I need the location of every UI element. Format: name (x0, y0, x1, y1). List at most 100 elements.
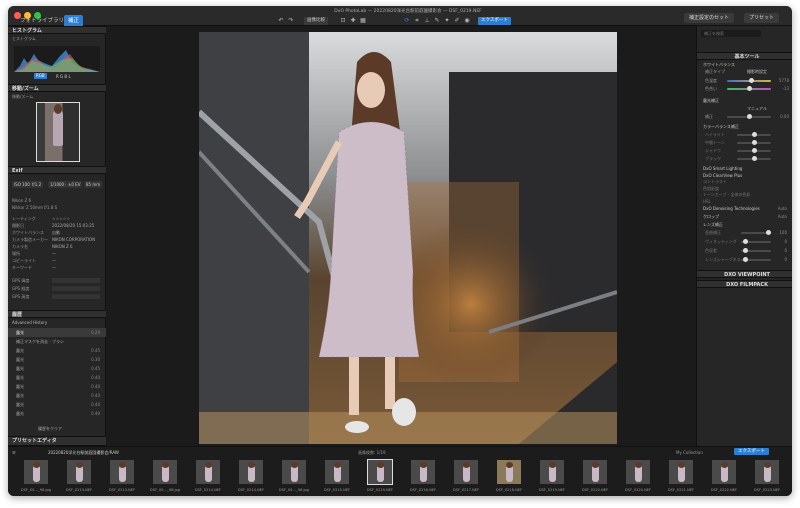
lens-row-knob[interactable] (743, 248, 748, 253)
tone-row-slider[interactable] (737, 156, 771, 161)
export-toolbar-button[interactable]: エクスポート (478, 17, 511, 25)
filmstrip-thumbnail[interactable] (540, 460, 564, 484)
clear-history-button[interactable]: 履歴をクリア (38, 426, 62, 432)
filmstrip-thumbnail[interactable] (669, 460, 693, 484)
preset-apply-button[interactable]: 補正設定のセット (684, 13, 735, 23)
filmstrip-thumbnail[interactable] (626, 460, 650, 484)
exposure-value[interactable]: 0.00 (773, 114, 789, 119)
search-input[interactable]: 補正を検索 (701, 30, 761, 37)
straighten-icon[interactable]: ⊥ (424, 18, 430, 24)
repair-icon[interactable]: ✦ (444, 18, 450, 24)
histogram-mode[interactable]: RGB (34, 73, 47, 79)
filmstrip-thumbnail[interactable] (67, 460, 91, 484)
denoise-title[interactable]: DxO Denoising Technologies (703, 206, 760, 211)
thumbnail-caption: DSF_0213.NEF (65, 488, 93, 492)
wb-temp-slider[interactable] (727, 78, 771, 83)
eye-icon[interactable]: ◉ (464, 18, 470, 24)
crop-value[interactable]: Auto (769, 214, 787, 219)
gps-field[interactable] (52, 286, 100, 291)
filmstrip-thumbnail[interactable] (454, 460, 478, 484)
exif-camera: Nikon Z 6 (12, 198, 32, 203)
histogram-channels[interactable]: R G B L (56, 74, 71, 79)
gps-field[interactable] (52, 278, 100, 283)
filmstrip-thumbnail[interactable] (239, 460, 263, 484)
fit-icon[interactable]: ⊡ (340, 18, 346, 24)
viewpoint-header[interactable]: DXO VIEWPOINT (697, 270, 792, 278)
lens-row-slider[interactable] (741, 248, 771, 253)
lens-row-slider[interactable] (741, 257, 771, 262)
navigator-preview[interactable] (36, 102, 80, 162)
tone-row-knob[interactable] (752, 148, 757, 153)
lens-row-knob[interactable] (766, 230, 771, 235)
lens-row-knob[interactable] (743, 239, 748, 244)
exif-header[interactable]: Exif (8, 166, 106, 174)
rotate-icon[interactable]: ⟳ (404, 18, 410, 24)
smart-tool-row[interactable]: DxO Smart Lighting (703, 166, 742, 171)
collection-button[interactable]: My Collection (676, 450, 703, 455)
main-photo[interactable] (199, 32, 617, 444)
filmstrip-thumbnail[interactable] (153, 460, 177, 484)
presets-button[interactable]: プリセット (744, 13, 780, 23)
filmstrip-menu-icon[interactable]: ☰ (12, 450, 16, 455)
wb-tint-slider[interactable] (727, 86, 771, 91)
filmstrip-thumbnail[interactable] (367, 459, 393, 485)
undo-icon[interactable]: ↶ (278, 18, 284, 24)
filmstrip-thumbnail[interactable] (24, 460, 48, 484)
export-button[interactable]: エクスポート (734, 448, 769, 455)
thumbnail-hair (33, 462, 40, 468)
denoise-value[interactable]: Auto (769, 206, 787, 211)
crop-icon[interactable]: ⌗ (414, 18, 420, 24)
filmstrip-thumbnail[interactable] (325, 460, 349, 484)
filmstrip-thumbnail[interactable] (497, 460, 521, 484)
exposure-slider[interactable] (727, 114, 771, 119)
filmpack-header[interactable]: DXO FILMPACK (697, 280, 792, 288)
filmstrip-thumbnail[interactable] (712, 460, 736, 484)
image-viewer[interactable] (106, 26, 696, 446)
filmstrip-thumbnail[interactable] (411, 460, 435, 484)
redo-icon[interactable]: ↷ (288, 18, 294, 24)
histogram-header[interactable]: ヒストグラム (8, 26, 106, 34)
tone-row-knob[interactable] (752, 156, 757, 161)
grid-icon[interactable]: ▦ (360, 18, 366, 24)
wb-mode-value[interactable]: 撮影時設定 (747, 69, 767, 75)
filmstrip-thumbnail[interactable] (282, 460, 306, 484)
filmstrip-thumbnail[interactable] (755, 460, 779, 484)
navigator-header[interactable]: 移動/ズーム (8, 84, 106, 92)
smart-tool-row[interactable]: コントラスト (703, 179, 727, 185)
exposure-title[interactable]: 露光補正 (703, 98, 719, 104)
lens-row-slider[interactable] (741, 230, 771, 235)
smart-tool-row[interactable]: トーンカーブ - 全体の色彩 (703, 192, 751, 198)
left-panel: ヒストグラム ヒストグラム R G B L RGB 移動/ズーム 移動/ズーム … (8, 26, 106, 446)
folder-path[interactable]: 20220820洋光台駅前庭園撮影会/RAW (48, 450, 119, 456)
lens-row-slider[interactable] (741, 239, 771, 244)
tone-row-slider[interactable] (737, 148, 771, 153)
history-header[interactable]: 履歴 (8, 310, 106, 318)
smart-tool-row[interactable]: HSL (703, 199, 711, 204)
crop-title[interactable]: クロップ (703, 214, 719, 220)
tone-title[interactable]: カラーバランス補正 (703, 124, 739, 130)
wb-temp-value[interactable]: 5778 (773, 78, 789, 83)
exif-lens: Nikkor Z 50mm f/1.8 S (12, 205, 58, 210)
wb-title[interactable]: ホワイトバランス (703, 62, 735, 68)
smart-tool-row[interactable]: 色相彩度 (703, 186, 719, 192)
basic-tools-header[interactable]: 基本ツール (697, 52, 792, 60)
filmstrip-thumbnail[interactable] (196, 460, 220, 484)
smart-tool-row[interactable]: DxO ClearView Plus (703, 173, 742, 178)
tone-row-knob[interactable] (752, 132, 757, 137)
compare-button[interactable]: 画像比較 (304, 17, 328, 25)
brush-icon[interactable]: ✐ (454, 18, 460, 24)
lens-row-knob[interactable] (743, 257, 748, 262)
filmstrip-thumbnail[interactable] (583, 460, 607, 484)
zoom-icon[interactable]: ✚ (350, 18, 356, 24)
picker-icon[interactable]: ✎ (434, 18, 440, 24)
tone-row-slider[interactable] (737, 132, 771, 137)
tone-row-knob[interactable] (752, 140, 757, 145)
exposure-mode[interactable]: マニュアル (747, 106, 767, 112)
filmstrip-thumbnail[interactable] (110, 460, 134, 484)
presets-editor-header[interactable]: プリセットエディタ (8, 436, 106, 446)
tone-row-slider[interactable] (737, 140, 771, 145)
history-item-value: 0.45 (91, 366, 100, 371)
gps-field[interactable] (52, 294, 100, 299)
lens-title[interactable]: レンズ補正 (703, 222, 723, 228)
wb-tint-value[interactable]: -13 (773, 86, 789, 91)
